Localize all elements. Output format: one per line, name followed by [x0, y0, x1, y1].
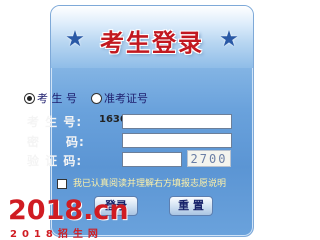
radio-admission-ticket[interactable] [91, 92, 102, 104]
star-icon: ★ [219, 27, 239, 52]
password-input[interactable] [122, 133, 232, 148]
site-logo: 2018.cn 2018招生网 [8, 196, 148, 240]
agreement-checkbox[interactable] [57, 178, 67, 189]
reset-button[interactable]: 重 置 [169, 196, 213, 216]
captcha-label: 验 证 码: [27, 154, 83, 168]
radio-examinee-number[interactable] [24, 92, 35, 104]
agreement-label: 我已认真阅读并理解右方填报志愿说明 [73, 179, 227, 189]
page-title: 考生登录 [100, 28, 204, 57]
radio-label-admission-ticket: 准考证号 [104, 92, 148, 105]
examinee-number-input[interactable] [122, 114, 232, 129]
logo-text: 2018.cn [8, 195, 129, 226]
captcha-input[interactable] [122, 152, 182, 167]
examinee-number-label: 考 生 号: [27, 115, 83, 129]
password-label: 密 码: [27, 135, 85, 149]
star-icon: ★ [65, 27, 85, 52]
agreement-row: 我已认真阅读并理解右方填报志愿说明 [57, 176, 226, 189]
login-type-group: 考 生 号 准考证号 [24, 90, 162, 106]
radio-label-examinee-number: 考 生 号 [37, 92, 77, 105]
captcha-image[interactable]: 2700 [187, 150, 231, 167]
logo-subtitle: 2018招生网 [10, 229, 103, 240]
